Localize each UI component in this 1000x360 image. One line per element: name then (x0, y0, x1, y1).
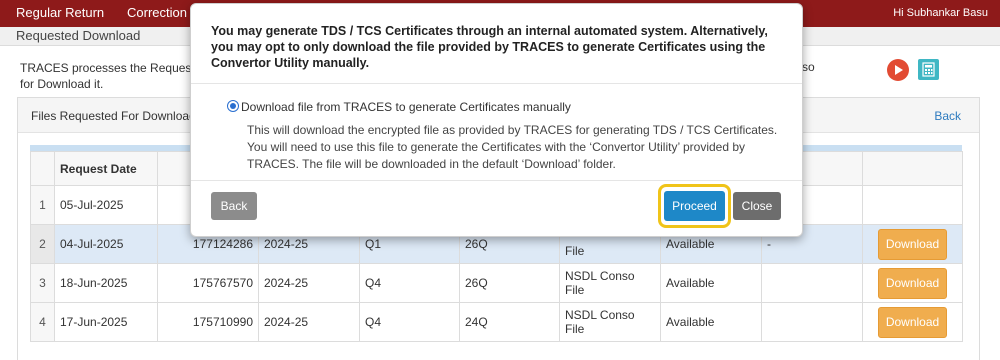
download-button[interactable]: Download (878, 267, 947, 299)
back-link[interactable]: Back (934, 109, 961, 123)
form-type-cell: 24Q (459, 302, 560, 342)
request-date-cell: 05-Jul-2025 (54, 185, 158, 225)
row-number: 4 (30, 302, 55, 342)
play-icon[interactable] (887, 59, 909, 81)
divider (191, 180, 802, 181)
quarter-cell: Q4 (359, 263, 460, 303)
form-type-cell: 26Q (459, 263, 560, 303)
panel-title: Files Requested For Download (31, 109, 196, 123)
action-cell (862, 185, 963, 225)
page-title: Requested Download (16, 28, 141, 43)
request-date-cell: 17-Jun-2025 (54, 302, 158, 342)
action-cell: Download (862, 224, 963, 264)
column-header-request-date[interactable]: Request Date (54, 151, 158, 186)
certificate-download-dialog: You may generate TDS / TCS Certificates … (190, 3, 803, 237)
financial-year-cell: 2024-25 (258, 302, 360, 342)
request-date-cell: 18-Jun-2025 (54, 263, 158, 303)
row-number: 2 (30, 224, 55, 264)
table-row[interactable]: 3 18-Jun-2025 175767570 2024-25 Q4 26Q N… (30, 263, 963, 303)
row-number: 1 (30, 185, 55, 225)
divider (191, 83, 802, 84)
action-cell: Download (862, 302, 963, 342)
nav-regular-return[interactable]: Regular Return (16, 5, 104, 20)
request-date-cell: 04-Jul-2025 (54, 224, 158, 264)
dialog-message: You may generate TDS / TCS Certificates … (211, 24, 768, 70)
option-description: This will download the encrypted file as… (247, 123, 778, 171)
download-manual-radio[interactable] (227, 100, 239, 112)
column-header (30, 151, 55, 186)
request-number-cell: 175767570 (157, 263, 259, 303)
status-cell: Available (660, 302, 762, 342)
remarks-cell (761, 302, 863, 342)
quarter-cell: Q4 (359, 302, 460, 342)
close-button[interactable]: Close (733, 192, 781, 220)
financial-year-cell: 2024-25 (258, 263, 360, 303)
nav-correction[interactable]: Correction (127, 5, 187, 20)
column-header (862, 151, 963, 186)
proceed-button[interactable]: Proceed (664, 191, 725, 221)
remarks-cell (761, 263, 863, 303)
file-type-cell: NSDL Conso File (559, 263, 661, 303)
row-number: 3 (30, 263, 55, 303)
download-manual-label[interactable]: Download file from TRACES to generate Ce… (241, 100, 571, 114)
file-type-cell: NSDL Conso File (559, 302, 661, 342)
request-number-cell: 175710990 (157, 302, 259, 342)
download-button[interactable]: Download (878, 306, 947, 338)
calculator-icon[interactable] (918, 59, 939, 80)
table-row[interactable]: 4 17-Jun-2025 175710990 2024-25 Q4 24Q N… (30, 302, 963, 342)
status-cell: Available (660, 263, 762, 303)
info-text: TRACES processes the Request for Downloa… (20, 61, 195, 91)
action-cell: Download (862, 263, 963, 303)
dialog-back-button[interactable]: Back (211, 192, 257, 220)
download-button[interactable]: Download (878, 228, 947, 260)
info-text-fragment: so (802, 60, 815, 74)
user-greeting[interactable]: Hi Subhankar Basu (893, 7, 988, 19)
